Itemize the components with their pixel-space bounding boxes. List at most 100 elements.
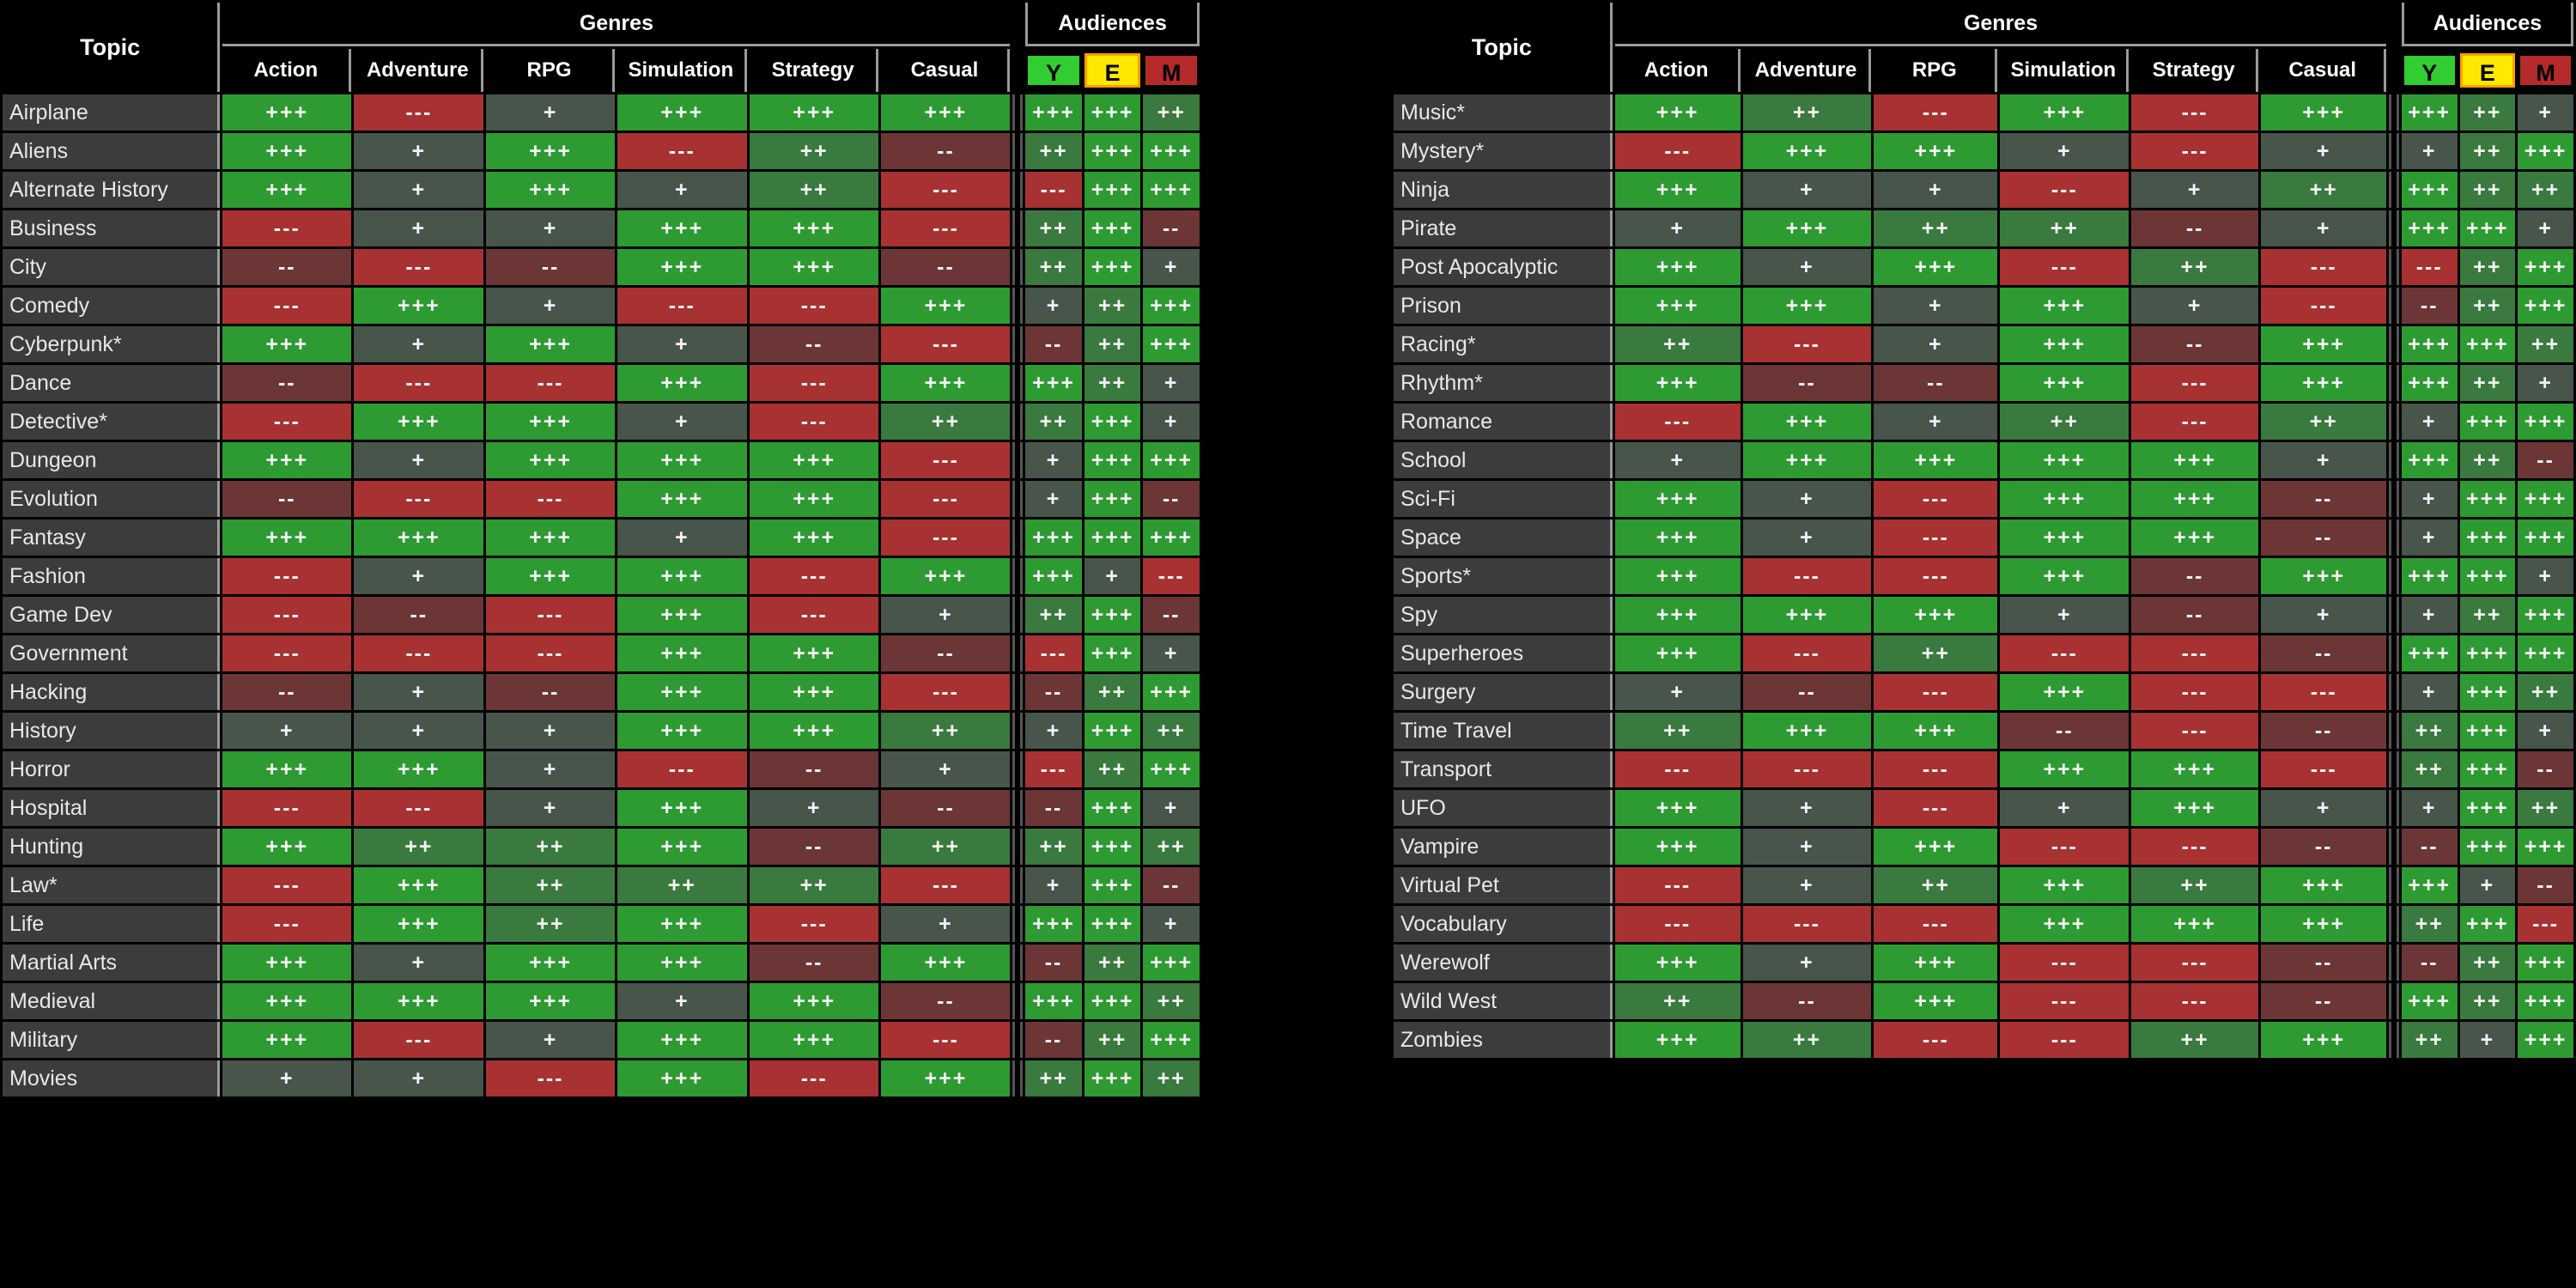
table-row[interactable]: Military +++ --- + +++ +++ --- -- ++ +++ — [3, 1022, 1200, 1058]
audience-rating-cell: +++ — [2518, 945, 2573, 981]
header-audience-young[interactable]: Y — [1025, 49, 1082, 92]
genre-rating-cell: +++ — [2000, 326, 2129, 362]
genre-rating-cell: +++ — [617, 558, 747, 594]
header-genre-action[interactable]: Action — [222, 49, 352, 92]
genre-rating-cell: ++ — [2131, 249, 2259, 285]
genre-rating-cell: +++ — [881, 558, 1011, 594]
table-row[interactable]: School + +++ +++ +++ +++ + +++ ++ -- — [1394, 442, 2573, 478]
header-genre-simulation[interactable]: Simulation — [617, 49, 747, 92]
header-genre-casual[interactable]: Casual — [881, 49, 1011, 92]
table-row[interactable]: Law* --- +++ ++ ++ ++ --- + +++ -- — [3, 867, 1200, 903]
table-row[interactable]: Rhythm* +++ -- -- +++ --- +++ +++ ++ + — [1394, 365, 2573, 401]
table-row[interactable]: History + + + +++ +++ ++ + +++ ++ — [3, 713, 1200, 749]
table-row[interactable]: City -- --- -- +++ +++ -- ++ +++ + — [3, 249, 1200, 285]
table-row[interactable]: Fashion --- + +++ +++ --- +++ +++ + --- — [3, 558, 1200, 594]
audience-rating-cell: +++ — [1084, 442, 1141, 478]
header-genre-strategy[interactable]: Strategy — [749, 49, 879, 92]
genre-rating-cell: -- — [2131, 326, 2259, 362]
table-row[interactable]: Music* +++ ++ --- +++ --- +++ +++ ++ + — [1394, 94, 2573, 131]
table-row[interactable]: Post Apocalyptic +++ + +++ --- ++ --- --- ++ +++ — [1394, 249, 2573, 285]
table-row[interactable]: Pirate + +++ ++ ++ -- + +++ +++ + — [1394, 210, 2573, 246]
table-row[interactable]: Hacking -- + -- +++ +++ --- -- ++ +++ — [3, 674, 1200, 710]
table-row[interactable]: Aliens +++ + +++ --- ++ -- ++ +++ +++ — [3, 133, 1200, 169]
header-genre-casual-right[interactable]: Casual — [2261, 49, 2387, 92]
header-audience-everyone[interactable]: E — [1084, 49, 1141, 92]
header-genre-rpg-right[interactable]: RPG — [1874, 49, 1998, 92]
genre-rating-cell: +++ — [222, 945, 352, 981]
table-row[interactable]: Zombies +++ ++ --- --- ++ +++ ++ + +++ — [1394, 1022, 2573, 1058]
table-row[interactable]: Virtual Pet --- + ++ +++ ++ +++ +++ + -- — [1394, 867, 2573, 903]
table-row[interactable]: Transport --- --- --- +++ +++ --- ++ +++ -- — [1394, 751, 2573, 787]
header-audience-young-right[interactable]: Y — [2401, 49, 2458, 92]
header-audience-everyone-right[interactable]: E — [2459, 49, 2516, 92]
table-row[interactable]: Business --- + + +++ +++ --- ++ +++ -- — [3, 210, 1200, 246]
genre-rating-cell: + — [2000, 790, 2129, 826]
table-row[interactable]: Vocabulary --- --- --- +++ +++ +++ ++ +++ --- — [1394, 906, 2573, 942]
table-row[interactable]: Romance --- +++ + ++ --- ++ + +++ +++ — [1394, 404, 2573, 440]
table-row[interactable]: Government --- --- --- +++ +++ -- --- +++ + — [3, 635, 1200, 671]
table-row[interactable]: Surgery + -- --- +++ --- --- + +++ ++ — [1394, 674, 2573, 710]
topic-name-cell: Transport — [1394, 751, 1613, 787]
audience-rating-cell: ++ — [1084, 751, 1141, 787]
audience-rating-cell: -- — [1025, 674, 1082, 710]
genre-rating-cell: +++ — [1874, 829, 1998, 865]
table-row[interactable]: Ninja +++ + + --- + ++ +++ ++ ++ — [1394, 172, 2573, 208]
table-row[interactable]: Sports* +++ --- --- +++ -- +++ +++ +++ + — [1394, 558, 2573, 594]
table-row[interactable]: Racing* ++ --- + +++ -- +++ +++ +++ ++ — [1394, 326, 2573, 362]
table-row[interactable]: Airplane +++ --- + +++ +++ +++ +++ +++ ++ — [3, 94, 1200, 131]
table-row[interactable]: Life --- +++ ++ +++ --- + +++ +++ + — [3, 906, 1200, 942]
table-row[interactable]: Comedy --- +++ + --- --- +++ + ++ +++ — [3, 288, 1200, 324]
header-genre-simulation-right[interactable]: Simulation — [2000, 49, 2129, 92]
section-divider — [1012, 172, 1024, 208]
table-row[interactable]: Space +++ + --- +++ +++ -- + +++ +++ — [1394, 519, 2573, 556]
table-row[interactable]: Hospital --- --- + +++ + -- -- +++ + — [3, 790, 1200, 826]
section-divider — [2389, 751, 2399, 787]
audience-rating-cell: ++ — [1025, 404, 1082, 440]
table-row[interactable]: Fantasy +++ +++ +++ + +++ --- +++ +++ +++ — [3, 519, 1200, 556]
table-row[interactable]: Werewolf +++ + +++ --- --- -- -- ++ +++ — [1394, 945, 2573, 981]
genre-rating-cell: +++ — [2131, 519, 2259, 556]
audience-rating-cell: + — [2401, 133, 2458, 169]
genre-rating-cell: +++ — [881, 945, 1011, 981]
table-row[interactable]: Hunting +++ ++ ++ +++ -- ++ ++ +++ ++ — [3, 829, 1200, 865]
table-row[interactable]: Mystery* --- +++ +++ + --- + + ++ +++ — [1394, 133, 2573, 169]
genre-rating-cell: + — [2131, 288, 2259, 324]
header-genre-adventure-right[interactable]: Adventure — [1742, 49, 1872, 92]
audience-rating-cell: +++ — [1084, 867, 1141, 903]
table-row[interactable]: UFO +++ + --- + +++ + + +++ ++ — [1394, 790, 2573, 826]
table-row[interactable]: Cyberpunk* +++ + +++ + -- --- -- ++ +++ — [3, 326, 1200, 362]
genre-rating-cell: ++ — [2131, 867, 2259, 903]
table-row[interactable]: Medieval +++ +++ +++ + +++ -- +++ +++ ++ — [3, 983, 1200, 1019]
genre-rating-cell: +++ — [749, 519, 879, 556]
table-row[interactable]: Sci-Fi +++ + --- +++ +++ -- + +++ +++ — [1394, 481, 2573, 517]
table-row[interactable]: Martial Arts +++ + +++ +++ -- +++ -- ++ +++ — [3, 945, 1200, 981]
table-row[interactable]: Prison +++ +++ + +++ + --- -- ++ +++ — [1394, 288, 2573, 324]
genre-rating-cell: -- — [2000, 713, 2129, 749]
table-row[interactable]: Movies + + --- +++ --- +++ ++ +++ ++ — [3, 1060, 1200, 1097]
table-row[interactable]: Horror +++ +++ + --- -- + --- ++ +++ — [3, 751, 1200, 787]
header-audience-mature[interactable]: M — [1143, 49, 1200, 92]
header-audience-mature-right[interactable]: M — [2518, 49, 2573, 92]
header-genre-action-right[interactable]: Action — [1614, 49, 1741, 92]
table-row[interactable]: Detective* --- +++ +++ + --- ++ ++ +++ + — [3, 404, 1200, 440]
genre-rating-cell: +++ — [1614, 94, 1741, 131]
table-row[interactable]: Time Travel ++ +++ +++ -- --- -- ++ +++ + — [1394, 713, 2573, 749]
table-body-left: Airplane +++ --- + +++ +++ +++ +++ +++ ++ Aliens ++… — [3, 94, 1200, 1097]
table-row[interactable]: Spy +++ +++ +++ + -- + + ++ +++ — [1394, 597, 2573, 633]
table-row[interactable]: Vampire +++ + +++ --- --- -- -- +++ +++ — [1394, 829, 2573, 865]
header-genre-strategy-right[interactable]: Strategy — [2131, 49, 2259, 92]
table-row[interactable]: Dungeon +++ + +++ +++ +++ --- + +++ +++ — [3, 442, 1200, 478]
table-row[interactable]: Wild West ++ -- +++ --- --- -- +++ ++ +++ — [1394, 983, 2573, 1019]
audience-badge-m-right: M — [2518, 53, 2573, 88]
table-row[interactable]: Game Dev --- -- --- +++ --- + ++ +++ -- — [3, 597, 1200, 633]
table-row[interactable]: Dance -- --- --- +++ --- +++ +++ ++ + — [3, 365, 1200, 401]
section-divider — [1012, 790, 1024, 826]
header-genre-adventure[interactable]: Adventure — [354, 49, 484, 92]
table-row[interactable]: Superheroes +++ --- ++ --- --- -- +++ +++ +++ — [1394, 635, 2573, 671]
header-gap — [1012, 3, 1024, 46]
genre-rating-cell: -- — [2261, 519, 2387, 556]
genre-rating-cell: --- — [2261, 288, 2387, 324]
table-row[interactable]: Alternate History +++ + +++ + ++ --- --- +++ +++ — [3, 172, 1200, 208]
header-genre-rpg[interactable]: RPG — [486, 49, 615, 92]
table-row[interactable]: Evolution -- --- --- +++ +++ --- + +++ -- — [3, 481, 1200, 517]
